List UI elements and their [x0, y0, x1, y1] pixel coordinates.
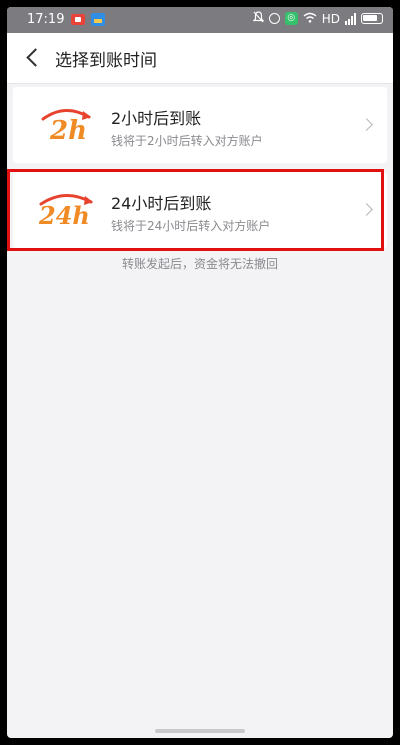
- app-notification-icon: [91, 13, 105, 26]
- option-title: 24小时后到账: [111, 194, 212, 213]
- bell-off-icon: [252, 11, 265, 26]
- nav-bar: 选择到账时间: [7, 33, 393, 84]
- network-type-label: HD: [321, 11, 340, 26]
- page-title: 选择到账时间: [55, 51, 157, 71]
- chevron-right-icon: [360, 118, 373, 131]
- wifi-icon: [303, 12, 317, 26]
- status-time: 17:19: [27, 12, 65, 27]
- chevron-left-icon[interactable]: [26, 48, 45, 67]
- option-subtitle: 钱将于24小时后转入对方账户: [111, 219, 271, 233]
- signal-icon: [345, 12, 356, 25]
- option-title: 2小时后到账: [111, 109, 202, 128]
- chevron-right-icon: [360, 203, 373, 216]
- 2h-logo-icon: 2h: [41, 109, 91, 145]
- screen: 17:19 ◎ HD 选择到账时间 2h 2小时后到账 钱将于2小时后转入对方账…: [7, 7, 393, 738]
- battery-icon: [361, 13, 383, 24]
- option-subtitle: 钱将于2小时后转入对方账户: [111, 134, 263, 148]
- green-app-icon: ◎: [284, 12, 298, 25]
- video-notification-icon: [71, 14, 85, 25]
- 24h-logo-icon: 24h: [38, 194, 93, 230]
- option-2h[interactable]: 2h 2小时后到账 钱将于2小时后转入对方账户: [13, 87, 387, 163]
- alarm-icon: [268, 13, 280, 24]
- status-bar: 17:19 ◎ HD: [7, 7, 393, 33]
- home-indicator[interactable]: [155, 729, 245, 733]
- svg-text:2h: 2h: [49, 116, 87, 145]
- svg-text:24h: 24h: [38, 201, 90, 230]
- warning-note: 转账发起后，资金将无法撤回: [121, 257, 278, 271]
- option-24h[interactable]: 24h 24小时后到账 钱将于24小时后转入对方账户: [13, 172, 387, 248]
- system-icons: ◎ HD: [252, 11, 383, 26]
